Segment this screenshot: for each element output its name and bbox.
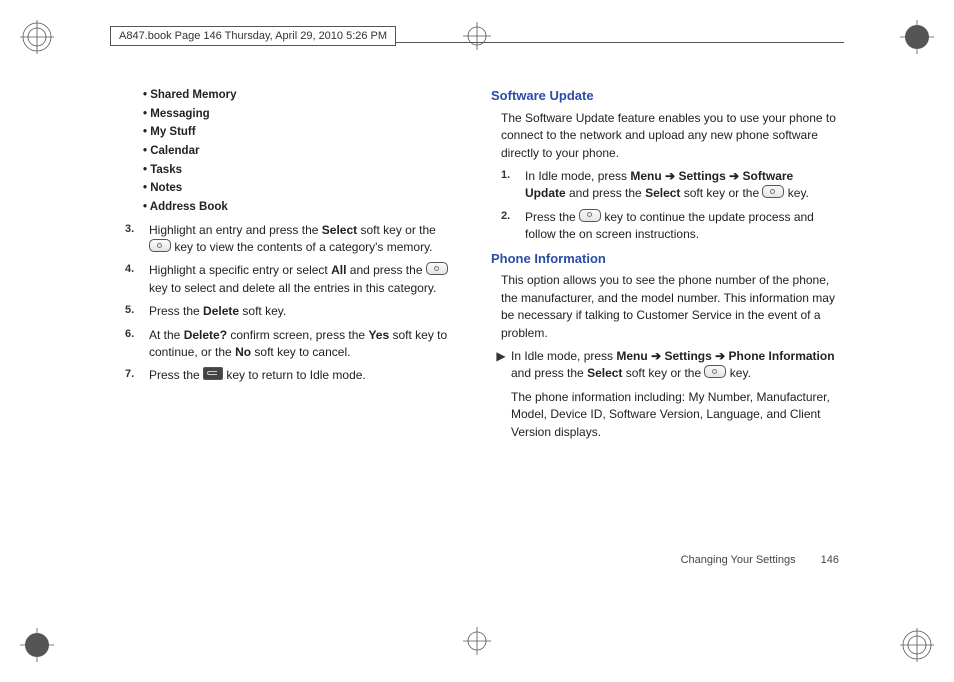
text: confirm screen, press the (227, 328, 368, 342)
ok-key-icon (579, 209, 601, 222)
arrow-icon: ➔ (712, 349, 729, 363)
triangle-bullet-icon: ▶ (491, 348, 511, 441)
bold-text: Select (322, 223, 357, 237)
bold-text: Settings (664, 349, 711, 363)
bold-text: Update (525, 186, 566, 200)
page-footer: Changing Your Settings 146 (681, 554, 839, 566)
paragraph: The Software Update feature enables you … (501, 110, 839, 162)
reg-mark-bottom-left (20, 628, 54, 662)
step-number: 5. (125, 303, 149, 320)
header-stamp: A847.book Page 146 Thursday, April 29, 2… (110, 26, 396, 46)
arrow-icon: ➔ (662, 169, 679, 183)
text: In Idle mode, press (525, 169, 630, 183)
step-number: 7. (125, 367, 149, 384)
reg-mark-top-left (20, 20, 54, 54)
heading-phone-information: Phone Information (491, 250, 839, 269)
left-column: Shared Memory Messaging My Stuff Calenda… (115, 85, 463, 572)
cross-mark-top (463, 22, 491, 55)
memory-category-list: Shared Memory Messaging My Stuff Calenda… (143, 87, 463, 216)
cross-mark-bottom (463, 627, 491, 660)
step-number: 3. (125, 222, 149, 257)
bold-text: Menu (616, 349, 647, 363)
step-6: 6. At the Delete? confirm screen, press … (125, 327, 463, 362)
bold-text: Delete? (184, 328, 227, 342)
ok-key-icon (426, 262, 448, 275)
arrow-icon: ➔ (726, 169, 743, 183)
ok-key-icon (762, 185, 784, 198)
end-key-icon (203, 367, 223, 380)
list-item: Calendar (143, 143, 463, 160)
text: key to select and delete all the entries… (149, 281, 436, 295)
footer-section: Changing Your Settings (681, 554, 796, 566)
text: key to view the contents of a category's… (171, 240, 433, 254)
text: Press the (149, 304, 203, 318)
step-number: 6. (125, 327, 149, 362)
page-body: Shared Memory Messaging My Stuff Calenda… (115, 85, 839, 572)
step-number: 1. (501, 168, 525, 203)
step-text: Highlight a specific entry or select All… (149, 262, 463, 297)
step-4: 4. Highlight a specific entry or select … (125, 262, 463, 297)
step-5: 5. Press the Delete soft key. (125, 303, 463, 320)
text: key to return to Idle mode. (223, 368, 366, 382)
bold-text: Menu (630, 169, 661, 183)
bold-text: Software (743, 169, 794, 183)
text: Press the (149, 368, 203, 382)
list-item: Address Book (143, 199, 463, 216)
list-item: Tasks (143, 162, 463, 179)
pi-step: ▶ In Idle mode, press Menu ➔ Settings ➔ … (491, 348, 839, 441)
bold-text: Select (645, 186, 680, 200)
right-column: Software Update The Software Update feat… (491, 85, 839, 572)
text: Highlight a specific entry or select (149, 263, 331, 277)
step-text: At the Delete? confirm screen, press the… (149, 327, 463, 362)
text: At the (149, 328, 184, 342)
list-item: Notes (143, 180, 463, 197)
text: and press the (511, 366, 587, 380)
text: soft key or the (357, 223, 436, 237)
bold-text: All (331, 263, 346, 277)
arrow-icon: ➔ (648, 349, 665, 363)
step-3: 3. Highlight an entry and press the Sele… (125, 222, 463, 257)
su-step-1: 1. In Idle mode, press Menu ➔ Settings ➔… (501, 168, 839, 203)
su-step-2: 2. Press the key to continue the update … (501, 209, 839, 244)
heading-software-update: Software Update (491, 87, 839, 106)
step-text: Highlight an entry and press the Select … (149, 222, 463, 257)
step-7: 7. Press the key to return to Idle mode. (125, 367, 463, 384)
list-item: Shared Memory (143, 87, 463, 104)
step-text: Press the Delete soft key. (149, 303, 463, 320)
text: Press the (525, 210, 579, 224)
step-number: 2. (501, 209, 525, 244)
footer-page-number: 146 (821, 554, 839, 566)
step-text: In Idle mode, press Menu ➔ Settings ➔ Ph… (511, 348, 839, 441)
bold-text: Delete (203, 304, 239, 318)
text: soft key to cancel. (251, 345, 350, 359)
text: In Idle mode, press (511, 349, 616, 363)
reg-mark-bottom-right (900, 628, 934, 662)
step-text: Press the key to continue the update pro… (525, 209, 839, 244)
bold-text: Yes (368, 328, 389, 342)
list-item: My Stuff (143, 124, 463, 141)
text: key. (726, 366, 750, 380)
text: The phone information including: My Numb… (511, 390, 830, 439)
step-number: 4. (125, 262, 149, 297)
text: and press the (346, 263, 425, 277)
ok-key-icon (704, 365, 726, 378)
text: Highlight an entry and press the (149, 223, 322, 237)
ok-key-icon (149, 239, 171, 252)
text: and press the (566, 186, 645, 200)
reg-mark-top-right (900, 20, 934, 54)
bold-text: Select (587, 366, 622, 380)
bold-text: No (235, 345, 251, 359)
text: soft key or the (680, 186, 762, 200)
text: key. (784, 186, 808, 200)
text: soft key or the (622, 366, 704, 380)
bold-text: Phone Information (729, 349, 835, 363)
step-text: In Idle mode, press Menu ➔ Settings ➔ So… (525, 168, 839, 203)
list-item: Messaging (143, 106, 463, 123)
text: soft key. (239, 304, 286, 318)
bold-text: Settings (678, 169, 725, 183)
paragraph: This option allows you to see the phone … (501, 272, 839, 342)
step-text: Press the key to return to Idle mode. (149, 367, 463, 384)
